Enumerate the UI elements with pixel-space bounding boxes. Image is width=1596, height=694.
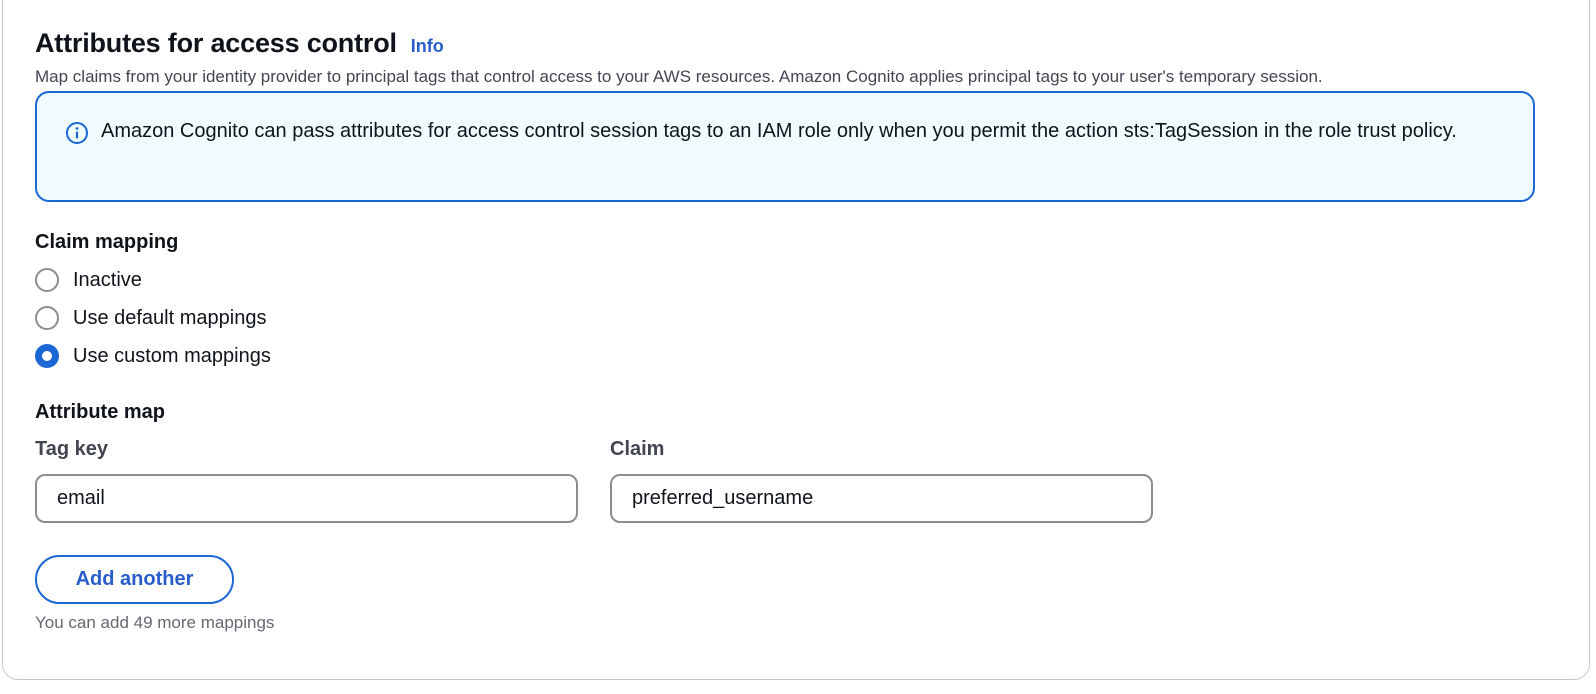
- mappings-remaining-hint: You can add 49 more mappings: [35, 613, 275, 632]
- radio-label-custom-mappings: Use custom mappings: [73, 344, 271, 367]
- section-description: Map claims from your identity provider t…: [35, 67, 1323, 86]
- add-another-button[interactable]: Add another: [35, 555, 234, 604]
- section-title: Attributes for access control: [35, 28, 397, 58]
- info-link[interactable]: Info: [411, 36, 444, 57]
- alert-message: Amazon Cognito can pass attributes for a…: [101, 120, 1457, 142]
- radio-label-default-mappings: Use default mappings: [73, 306, 267, 329]
- attribute-map-label: Attribute map: [35, 401, 165, 423]
- radio-option-default-mappings[interactable]: Use default mappings: [35, 306, 266, 330]
- radio-button-inactive[interactable]: [35, 268, 59, 292]
- info-circle-icon: [65, 121, 89, 145]
- claim-input[interactable]: [610, 474, 1153, 523]
- radio-label-inactive: Inactive: [73, 268, 142, 291]
- info-alert: Amazon Cognito can pass attributes for a…: [35, 91, 1535, 202]
- claim-label: Claim: [610, 438, 665, 460]
- tag-key-label: Tag key: [35, 438, 108, 460]
- tag-key-input[interactable]: [35, 474, 578, 523]
- section-header: Attributes for access control Info: [35, 28, 444, 59]
- claim-mapping-label: Claim mapping: [35, 231, 179, 253]
- radio-button-default-mappings[interactable]: [35, 306, 59, 330]
- radio-button-custom-mappings[interactable]: [35, 344, 59, 368]
- radio-option-inactive[interactable]: Inactive: [35, 268, 142, 292]
- radio-option-custom-mappings[interactable]: Use custom mappings: [35, 344, 271, 368]
